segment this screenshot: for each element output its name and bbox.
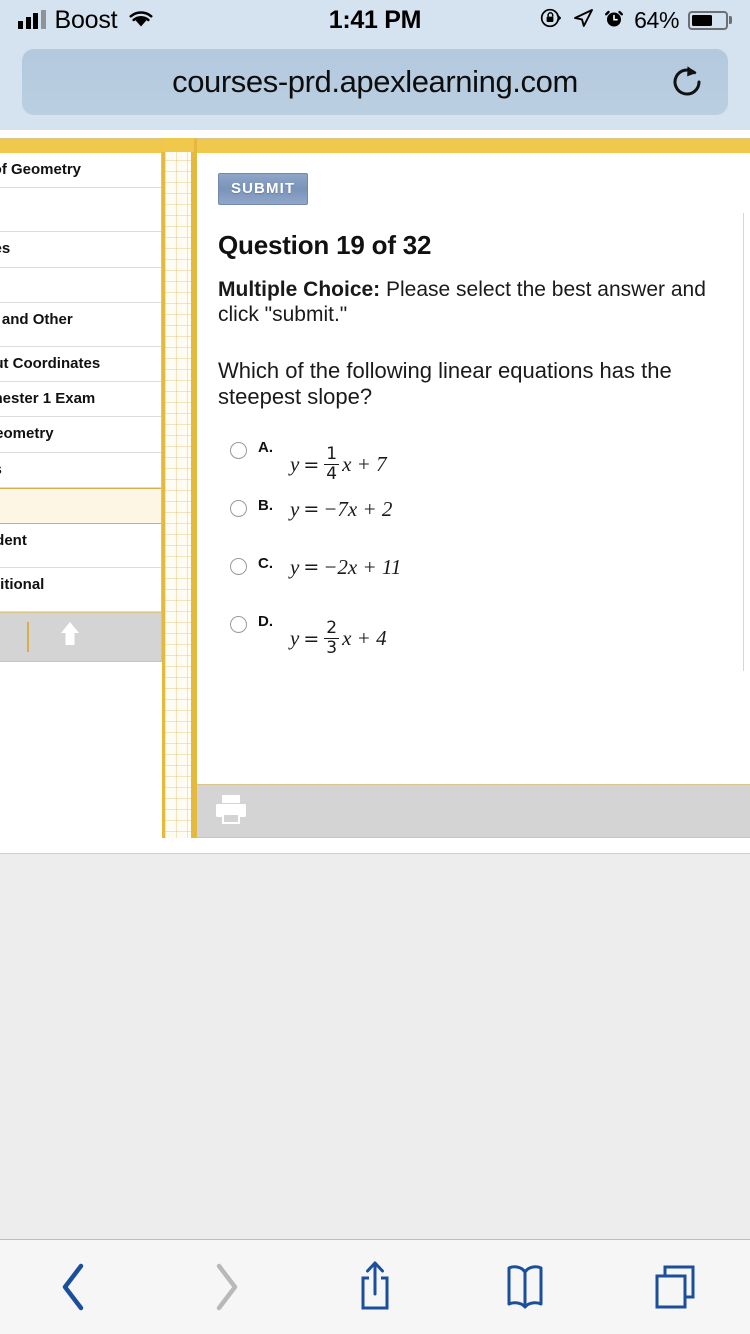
equation-remainder: x + 7 [342, 452, 387, 477]
sidebar-item-5[interactable]: thout Coordinates [0, 347, 161, 382]
back-button[interactable] [30, 1252, 120, 1322]
equation-fraction: 23 [324, 617, 340, 659]
empty-page-area [0, 853, 750, 1241]
instruction-label: Multiple Choice: [218, 278, 381, 301]
printer-icon[interactable] [211, 791, 251, 832]
sidebar-item-label: ns of Geometry [0, 161, 82, 178]
equation-lhs: y [290, 452, 300, 477]
radio-button[interactable] [230, 615, 247, 633]
sidebar-item-label: thout Coordinates [0, 354, 101, 372]
content-inner-divider [743, 213, 744, 671]
question-panel: SUBMIT Question 19 of 32 Multiple Choice… [194, 138, 750, 838]
forward-button [180, 1252, 270, 1322]
alarm-clock-icon [603, 7, 625, 34]
sidebar-item-9[interactable] [0, 487, 161, 524]
sidebar-item-1[interactable] [0, 188, 161, 233]
equation-remainder: x + 4 [342, 626, 387, 651]
choice-equation: y = 1 4 x + 7 [290, 443, 387, 485]
question-heading: Question 19 of 32 [218, 230, 432, 260]
radio-button[interactable] [230, 557, 247, 575]
battery-icon [688, 10, 732, 30]
tabs-button[interactable] [630, 1252, 720, 1322]
web-page-viewport[interactable]: ns of Geometry ngles try rals and Other thou… [0, 130, 750, 853]
submit-button[interactable]: SUBMIT [218, 173, 309, 205]
sidebar-item-label: e Geometry [0, 425, 54, 443]
sidebar-item-label: rals and Other [0, 310, 73, 328]
choice-letter: C. [258, 554, 273, 572]
choice-letter: D. [258, 612, 273, 630]
safari-bottom-toolbar [0, 1239, 750, 1334]
fraction-numerator: 1 [326, 443, 338, 464]
question-instruction: Multiple Choice: Please select the best … [218, 277, 723, 328]
equation-lhs: y [290, 496, 300, 521]
url-text: courses-prd.apexlearning.com [172, 64, 578, 99]
answer-choice-c[interactable]: C. y = −2x + 11 [218, 552, 750, 588]
battery-percent-label: 64% [634, 6, 679, 33]
location-arrow-icon [572, 7, 594, 34]
sidebar-item-10[interactable]: Student [0, 524, 161, 568]
up-arrow-icon[interactable] [57, 619, 83, 654]
content-header-bar [197, 139, 750, 153]
radio-button[interactable] [230, 441, 247, 459]
answer-choice-a[interactable]: A. y = 1 4 x + 7 [218, 436, 750, 483]
sidebar-header-bar [0, 139, 161, 153]
fraction-numerator: 2 [326, 617, 338, 638]
sidebar-item-2[interactable]: ngles [0, 232, 161, 268]
choice-equation: y = −2x + 11 [290, 555, 401, 580]
sidebar-item-3[interactable]: try [0, 268, 161, 303]
question-stem: Which of the following linear equations … [218, 357, 672, 409]
equation-lhs: y [290, 626, 300, 651]
sidebar-item-label: Student [0, 531, 27, 549]
radio-button[interactable] [230, 499, 247, 517]
question-body: SUBMIT Question 19 of 32 Multiple Choice… [197, 153, 750, 784]
sidebar-item-6[interactable]: Semester 1 Exam [0, 382, 161, 418]
question-footer-bar [197, 784, 750, 837]
choice-equation: y = 2 3 x + 4 [290, 617, 387, 659]
choice-equation: y = −7x + 2 [290, 497, 392, 522]
sidebar-item-8[interactable]: ions [0, 453, 161, 488]
graph-paper-gutter [162, 138, 194, 838]
equation-equals: = [303, 453, 320, 476]
sidebar-item-label: Semester 1 Exam [0, 390, 96, 407]
sidebar-footer-bar[interactable] [0, 611, 161, 661]
status-bar: Boost 1:41 PM 64% [0, 0, 750, 40]
course-outline-sidebar[interactable]: ns of Geometry ngles try rals and Other thou… [0, 138, 162, 662]
gutter-header-bar [162, 138, 194, 152]
status-bar-right: 64% [539, 6, 732, 35]
equation-fraction: 14 [324, 443, 340, 485]
answer-choice-list: A. y = 1 4 x + 7 B. y = −7x + 2 C. y = −2x + 11 D. y = 2 3… [218, 436, 750, 657]
fraction-denominator: 3 [326, 638, 338, 659]
equation-equals: = [303, 498, 320, 521]
sidebar-item-7[interactable]: e Geometry [0, 417, 161, 453]
equation-equals: = [303, 627, 320, 650]
sidebar-item-label: ions [0, 461, 2, 478]
sidebar-item-label: Additional [0, 575, 45, 593]
url-input[interactable]: courses-prd.apexlearning.com [22, 49, 728, 115]
sidebar-item-0[interactable]: ns of Geometry [0, 153, 161, 189]
choice-letter: A. [258, 438, 273, 456]
sidebar-item-4[interactable]: rals and Other [0, 303, 161, 347]
sidebar-item-label: ngles [0, 240, 11, 258]
browser-address-bar: courses-prd.apexlearning.com [0, 40, 750, 130]
bookmarks-button[interactable] [480, 1252, 570, 1322]
rotation-lock-icon [539, 6, 563, 35]
sidebar-item-11[interactable]: Additional [0, 568, 161, 612]
reload-icon[interactable] [668, 63, 706, 101]
equation-remainder: −7x + 2 [323, 496, 393, 521]
share-button[interactable] [330, 1252, 420, 1322]
equation-lhs: y [290, 554, 300, 579]
equation-remainder: −2x + 11 [323, 554, 402, 579]
answer-choice-d[interactable]: D. y = 2 3 x + 4 [218, 610, 750, 657]
fraction-denominator: 4 [326, 464, 338, 485]
answer-choice-b[interactable]: B. y = −7x + 2 [218, 494, 750, 530]
choice-letter: B. [258, 496, 273, 514]
sidebar-item-list: ns of Geometry ngles try rals and Other thou… [0, 153, 161, 612]
equation-equals: = [303, 556, 320, 579]
